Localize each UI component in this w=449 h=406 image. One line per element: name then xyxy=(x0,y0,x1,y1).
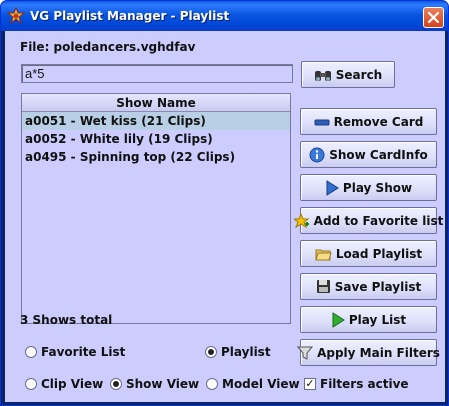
search-button-label: Search xyxy=(335,67,383,82)
play-show-button[interactable]: Play Show xyxy=(300,174,437,201)
remove-card-label: Remove Card xyxy=(333,114,424,129)
show-cardinfo-label: Show CardInfo xyxy=(329,147,428,162)
list-item[interactable]: a0495 - Spinning top (22 Clips) xyxy=(22,148,290,166)
play-green-icon xyxy=(332,311,345,328)
file-label: File: poledancers.vghdfav xyxy=(20,40,196,54)
play-list-label: Play List xyxy=(348,312,407,327)
model-view-radio[interactable] xyxy=(206,378,218,390)
info-icon xyxy=(309,147,325,162)
add-to-favorite-label: Add to Favorite list xyxy=(313,213,444,228)
title-bar[interactable]: VG Playlist Manager - Playlist xyxy=(1,1,448,31)
close-icon xyxy=(427,11,440,24)
close-button[interactable] xyxy=(423,7,444,28)
app-window: VG Playlist Manager - Playlist File: pol… xyxy=(0,0,449,406)
playlist-radio[interactable] xyxy=(205,346,217,358)
favorite-list-radio[interactable] xyxy=(25,346,37,358)
load-playlist-button[interactable]: Load Playlist xyxy=(300,240,437,267)
model-view-label: Model View xyxy=(222,377,300,391)
playlist-label: Playlist xyxy=(221,345,271,359)
shows-total-label: 3 Shows total xyxy=(20,313,113,327)
show-view-radio[interactable] xyxy=(110,378,122,390)
folder-open-icon xyxy=(315,249,332,260)
save-playlist-button[interactable]: Save Playlist xyxy=(300,273,437,300)
play-triangle-icon xyxy=(326,179,339,196)
add-to-favorite-button[interactable]: Add to Favorite list xyxy=(293,207,443,234)
save-playlist-label: Save Playlist xyxy=(334,279,422,294)
window-title: VG Playlist Manager - Playlist xyxy=(30,9,230,23)
column-header-show-name[interactable]: Show Name xyxy=(22,94,290,112)
star-add-icon xyxy=(293,212,310,228)
floppy-disk-icon xyxy=(316,280,330,293)
search-input[interactable]: a*5 xyxy=(21,64,293,83)
client-area: File: poledancers.vghdfav a*5 Search Sho… xyxy=(5,31,445,402)
list-item[interactable]: a0052 - White lily (19 Clips) xyxy=(22,130,290,148)
filter-icon xyxy=(297,346,314,360)
show-list[interactable]: Show Name a0051 - Wet kiss (21 Clips) a0… xyxy=(21,93,291,324)
show-cardinfo-button[interactable]: Show CardInfo xyxy=(300,141,437,168)
clip-view-label: Clip View xyxy=(41,377,104,391)
play-list-button[interactable]: Play List xyxy=(300,306,437,333)
minus-icon xyxy=(314,119,330,125)
load-playlist-label: Load Playlist xyxy=(335,246,423,261)
play-show-label: Play Show xyxy=(342,180,413,195)
apply-main-filters-label: Apply Main Filters xyxy=(317,345,440,360)
list-item[interactable]: a0051 - Wet kiss (21 Clips) xyxy=(22,112,290,130)
apply-main-filters-button[interactable]: Apply Main Filters xyxy=(297,339,440,366)
filters-active-checkbox[interactable]: ✓ xyxy=(304,378,316,390)
filters-active-label: Filters active xyxy=(320,377,409,391)
film-reel-icon xyxy=(7,7,25,25)
show-view-label: Show View xyxy=(126,377,200,391)
clip-view-radio[interactable] xyxy=(25,378,37,390)
favorite-list-label: Favorite List xyxy=(41,345,126,359)
binoculars-icon xyxy=(314,70,331,81)
remove-card-button[interactable]: Remove Card xyxy=(300,108,437,135)
search-button[interactable]: Search xyxy=(301,61,395,88)
